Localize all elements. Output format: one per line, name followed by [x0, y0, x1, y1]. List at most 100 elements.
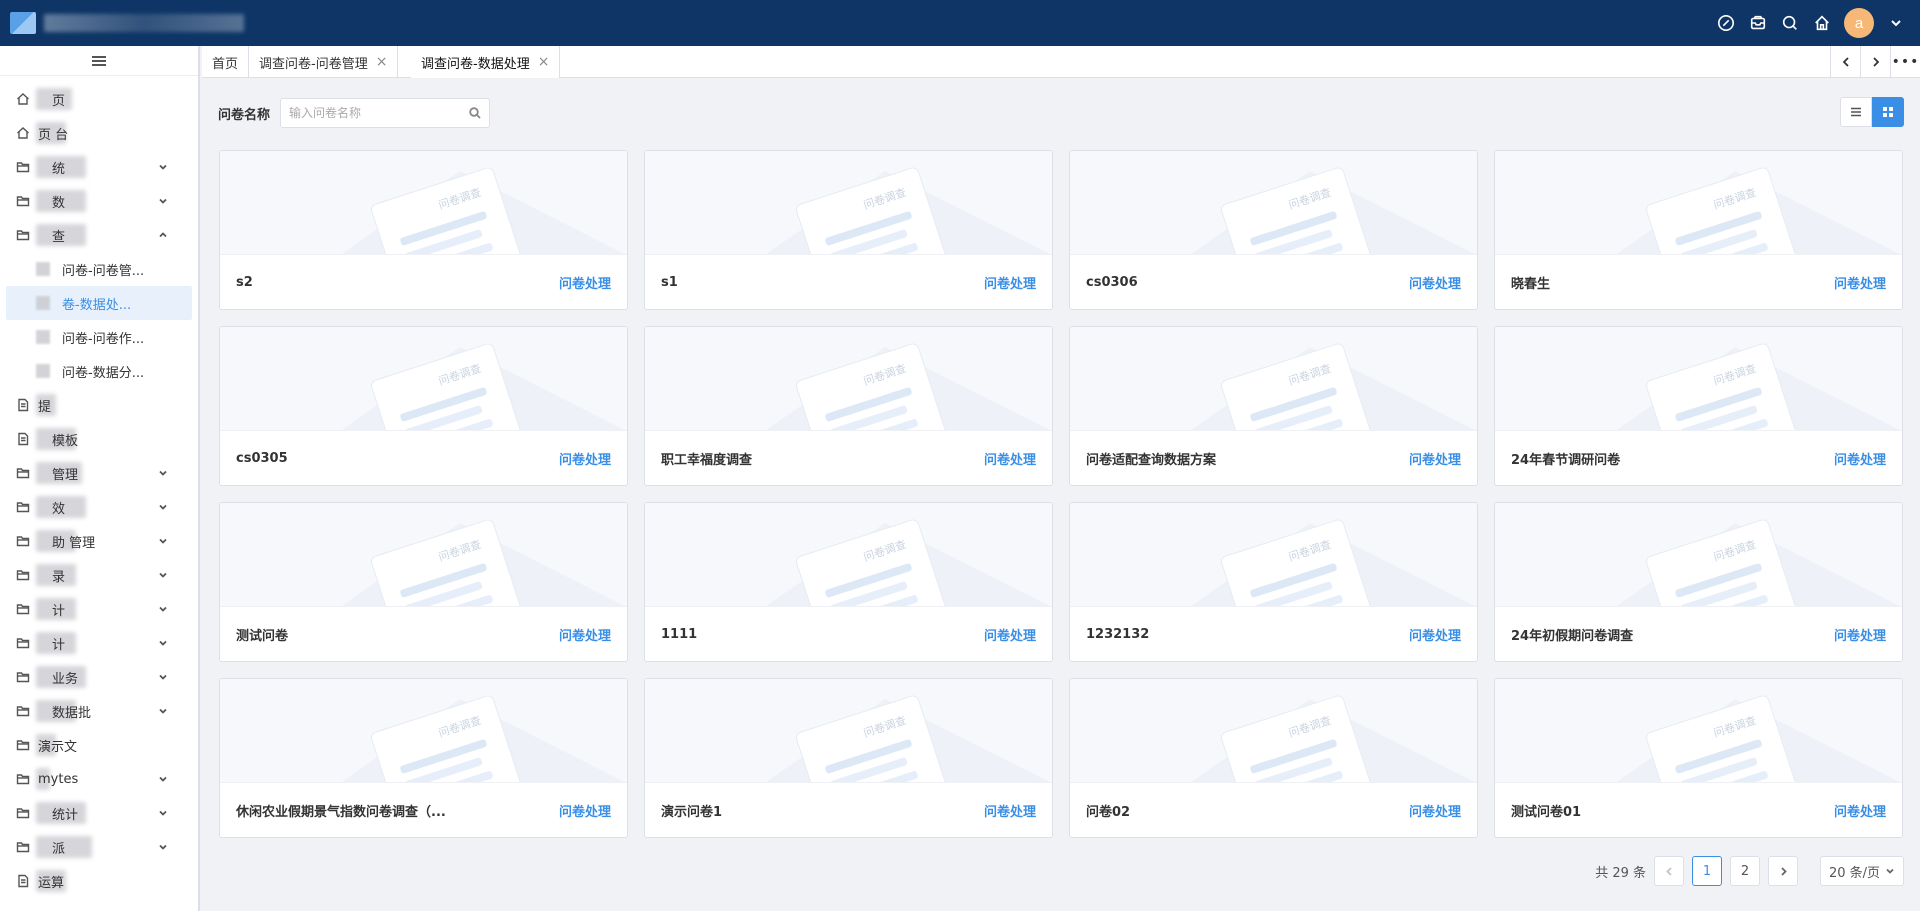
sidebar-subitem[interactable]: 卷-数据处... [6, 286, 192, 320]
chevron-down-icon [158, 501, 168, 511]
search-icon[interactable] [1780, 13, 1800, 33]
survey-card[interactable]: 问卷调查 cs0306 问卷处理 [1069, 150, 1478, 310]
process-survey-link[interactable]: 问卷处理 [1834, 625, 1886, 644]
tab-survey-management[interactable]: 调查问卷-问卷管理 × [249, 46, 399, 78]
compass-icon[interactable] [1716, 13, 1736, 33]
inbox-icon[interactable] [1748, 13, 1768, 33]
survey-card[interactable]: 问卷调查 测试问卷 问卷处理 [219, 502, 628, 662]
survey-card[interactable]: 问卷调查 1111 问卷处理 [644, 502, 1053, 662]
sidebar-subitem[interactable]: 问卷-问卷管... [0, 252, 198, 286]
folder-icon [16, 194, 30, 208]
chevron-right-icon [1872, 57, 1879, 67]
prev-page-button[interactable] [1654, 856, 1684, 886]
folder-icon [16, 160, 30, 174]
next-page-button[interactable] [1768, 856, 1798, 886]
process-survey-link[interactable]: 问卷处理 [559, 801, 611, 820]
tab-more-button[interactable]: ••• [1890, 46, 1920, 78]
grid-view-button[interactable] [1872, 97, 1904, 127]
survey-card[interactable]: 问卷调查 1232132 问卷处理 [1069, 502, 1478, 662]
sidebar-item[interactable]: 页 台 [0, 116, 198, 150]
process-survey-link[interactable]: 问卷处理 [1409, 273, 1461, 292]
survey-card-footer: 问卷适配查询数据方案 问卷处理 [1070, 431, 1477, 485]
sidebar-item[interactable]: 计 [0, 626, 198, 660]
app-logo[interactable] [10, 10, 244, 36]
folder-icon [16, 534, 30, 548]
sidebar-item[interactable]: 录 [0, 558, 198, 592]
page-size-select[interactable]: 20 条/页 [1820, 856, 1904, 886]
survey-card[interactable]: 问卷调查 cs0305 问卷处理 [219, 326, 628, 486]
process-survey-link[interactable]: 问卷处理 [984, 273, 1036, 292]
sidebar-item[interactable]: 效 [0, 490, 198, 524]
sidebar-item[interactable]: 数据批 [0, 694, 198, 728]
close-icon[interactable]: × [538, 54, 550, 70]
sidebar-item[interactable]: 模板 [0, 422, 198, 456]
sidebar-item-label: 演示文 [38, 739, 78, 755]
redacted-icon [36, 330, 50, 344]
sidebar-item-label: 计 [52, 637, 66, 653]
folder-icon [16, 568, 30, 582]
sidebar-item[interactable]: 运算 [0, 864, 198, 898]
sidebar-item[interactable]: 统计 [0, 796, 198, 830]
chevron-down-icon[interactable] [1886, 13, 1906, 33]
survey-name-input[interactable] [281, 99, 452, 127]
process-survey-link[interactable]: 问卷处理 [1834, 801, 1886, 820]
sidebar-subitem[interactable]: 问卷-问卷作... [0, 320, 198, 354]
survey-card[interactable]: 问卷调查 24年初假期问卷调查 问卷处理 [1494, 502, 1903, 662]
survey-card[interactable]: 问卷调查 s1 问卷处理 [644, 150, 1053, 310]
sidebar-item[interactable]: 统 [0, 150, 198, 184]
sidebar-item[interactable]: 管理 [0, 456, 198, 490]
menu-toggle-button[interactable] [0, 46, 198, 76]
process-survey-link[interactable]: 问卷处理 [1409, 449, 1461, 468]
chevron-down-icon [158, 705, 168, 715]
chevron-down-icon [158, 807, 168, 817]
survey-card[interactable]: 问卷调查 晓春生 问卷处理 [1494, 150, 1903, 310]
sidebar-item[interactable]: 演示文 [0, 728, 198, 762]
sidebar-item[interactable]: mytes [0, 762, 198, 796]
survey-card[interactable]: 问卷调查 问卷适配查询数据方案 问卷处理 [1069, 326, 1478, 486]
tab-scroll-right-button[interactable] [1860, 46, 1890, 78]
sidebar-subitem[interactable]: 问卷-数据分... [0, 354, 198, 388]
tab-home[interactable]: 首页 [202, 46, 250, 78]
process-survey-link[interactable]: 问卷处理 [559, 273, 611, 292]
process-survey-link[interactable]: 问卷处理 [1409, 801, 1461, 820]
list-view-button[interactable] [1840, 97, 1872, 127]
sidebar-item[interactable]: 计 [0, 592, 198, 626]
process-survey-link[interactable]: 问卷处理 [984, 801, 1036, 820]
sidebar-item[interactable]: 页 [0, 82, 198, 116]
close-icon[interactable]: × [376, 54, 388, 70]
process-survey-link[interactable]: 问卷处理 [559, 625, 611, 644]
sidebar-item[interactable]: 数 [0, 184, 198, 218]
process-survey-link[interactable]: 问卷处理 [984, 449, 1036, 468]
folder-icon [16, 670, 30, 684]
page-1-button[interactable]: 1 [1692, 856, 1722, 886]
survey-name-label: 问卷名称 [218, 107, 271, 123]
search-icon[interactable] [469, 107, 481, 119]
sidebar-item[interactable]: 查 [0, 218, 198, 252]
sidebar-item-label: 模板 [52, 433, 79, 449]
home-icon[interactable] [1812, 13, 1832, 33]
sidebar-item[interactable]: 业务 [0, 660, 198, 694]
survey-card[interactable]: 问卷调查 测试问卷01 问卷处理 [1494, 678, 1903, 838]
tab-scroll-left-button[interactable] [1830, 46, 1860, 78]
survey-card[interactable]: 问卷调查 职工幸福度调查 问卷处理 [644, 326, 1053, 486]
sidebar-subitem-label: 问卷-数据分... [62, 365, 145, 381]
process-survey-link[interactable]: 问卷处理 [1834, 273, 1886, 292]
process-survey-link[interactable]: 问卷处理 [984, 625, 1036, 644]
sidebar-item[interactable]: 派 [0, 830, 198, 864]
survey-card[interactable]: 问卷调查 休闲农业假期景气指数问卷调查（... 问卷处理 [219, 678, 628, 838]
sidebar-item[interactable]: 助 管理 [0, 524, 198, 558]
survey-card-image: 问卷调查 [1495, 503, 1902, 607]
process-survey-link[interactable]: 问卷处理 [1834, 449, 1886, 468]
tab-survey-data-processing[interactable]: 调查问卷-数据处理 × [411, 46, 561, 78]
user-avatar[interactable]: a [1844, 8, 1874, 38]
folder-icon [16, 806, 30, 820]
survey-card[interactable]: 问卷调查 s2 问卷处理 [219, 150, 628, 310]
survey-card[interactable]: 问卷调查 演示问卷1 问卷处理 [644, 678, 1053, 838]
survey-card-footer: cs0305 问卷处理 [220, 431, 627, 485]
survey-card[interactable]: 问卷调查 24年春节调研问卷 问卷处理 [1494, 326, 1903, 486]
process-survey-link[interactable]: 问卷处理 [559, 449, 611, 468]
sidebar-item[interactable]: 提 [0, 388, 198, 422]
process-survey-link[interactable]: 问卷处理 [1409, 625, 1461, 644]
page-2-button[interactable]: 2 [1730, 856, 1760, 886]
survey-card[interactable]: 问卷调查 问卷02 问卷处理 [1069, 678, 1478, 838]
